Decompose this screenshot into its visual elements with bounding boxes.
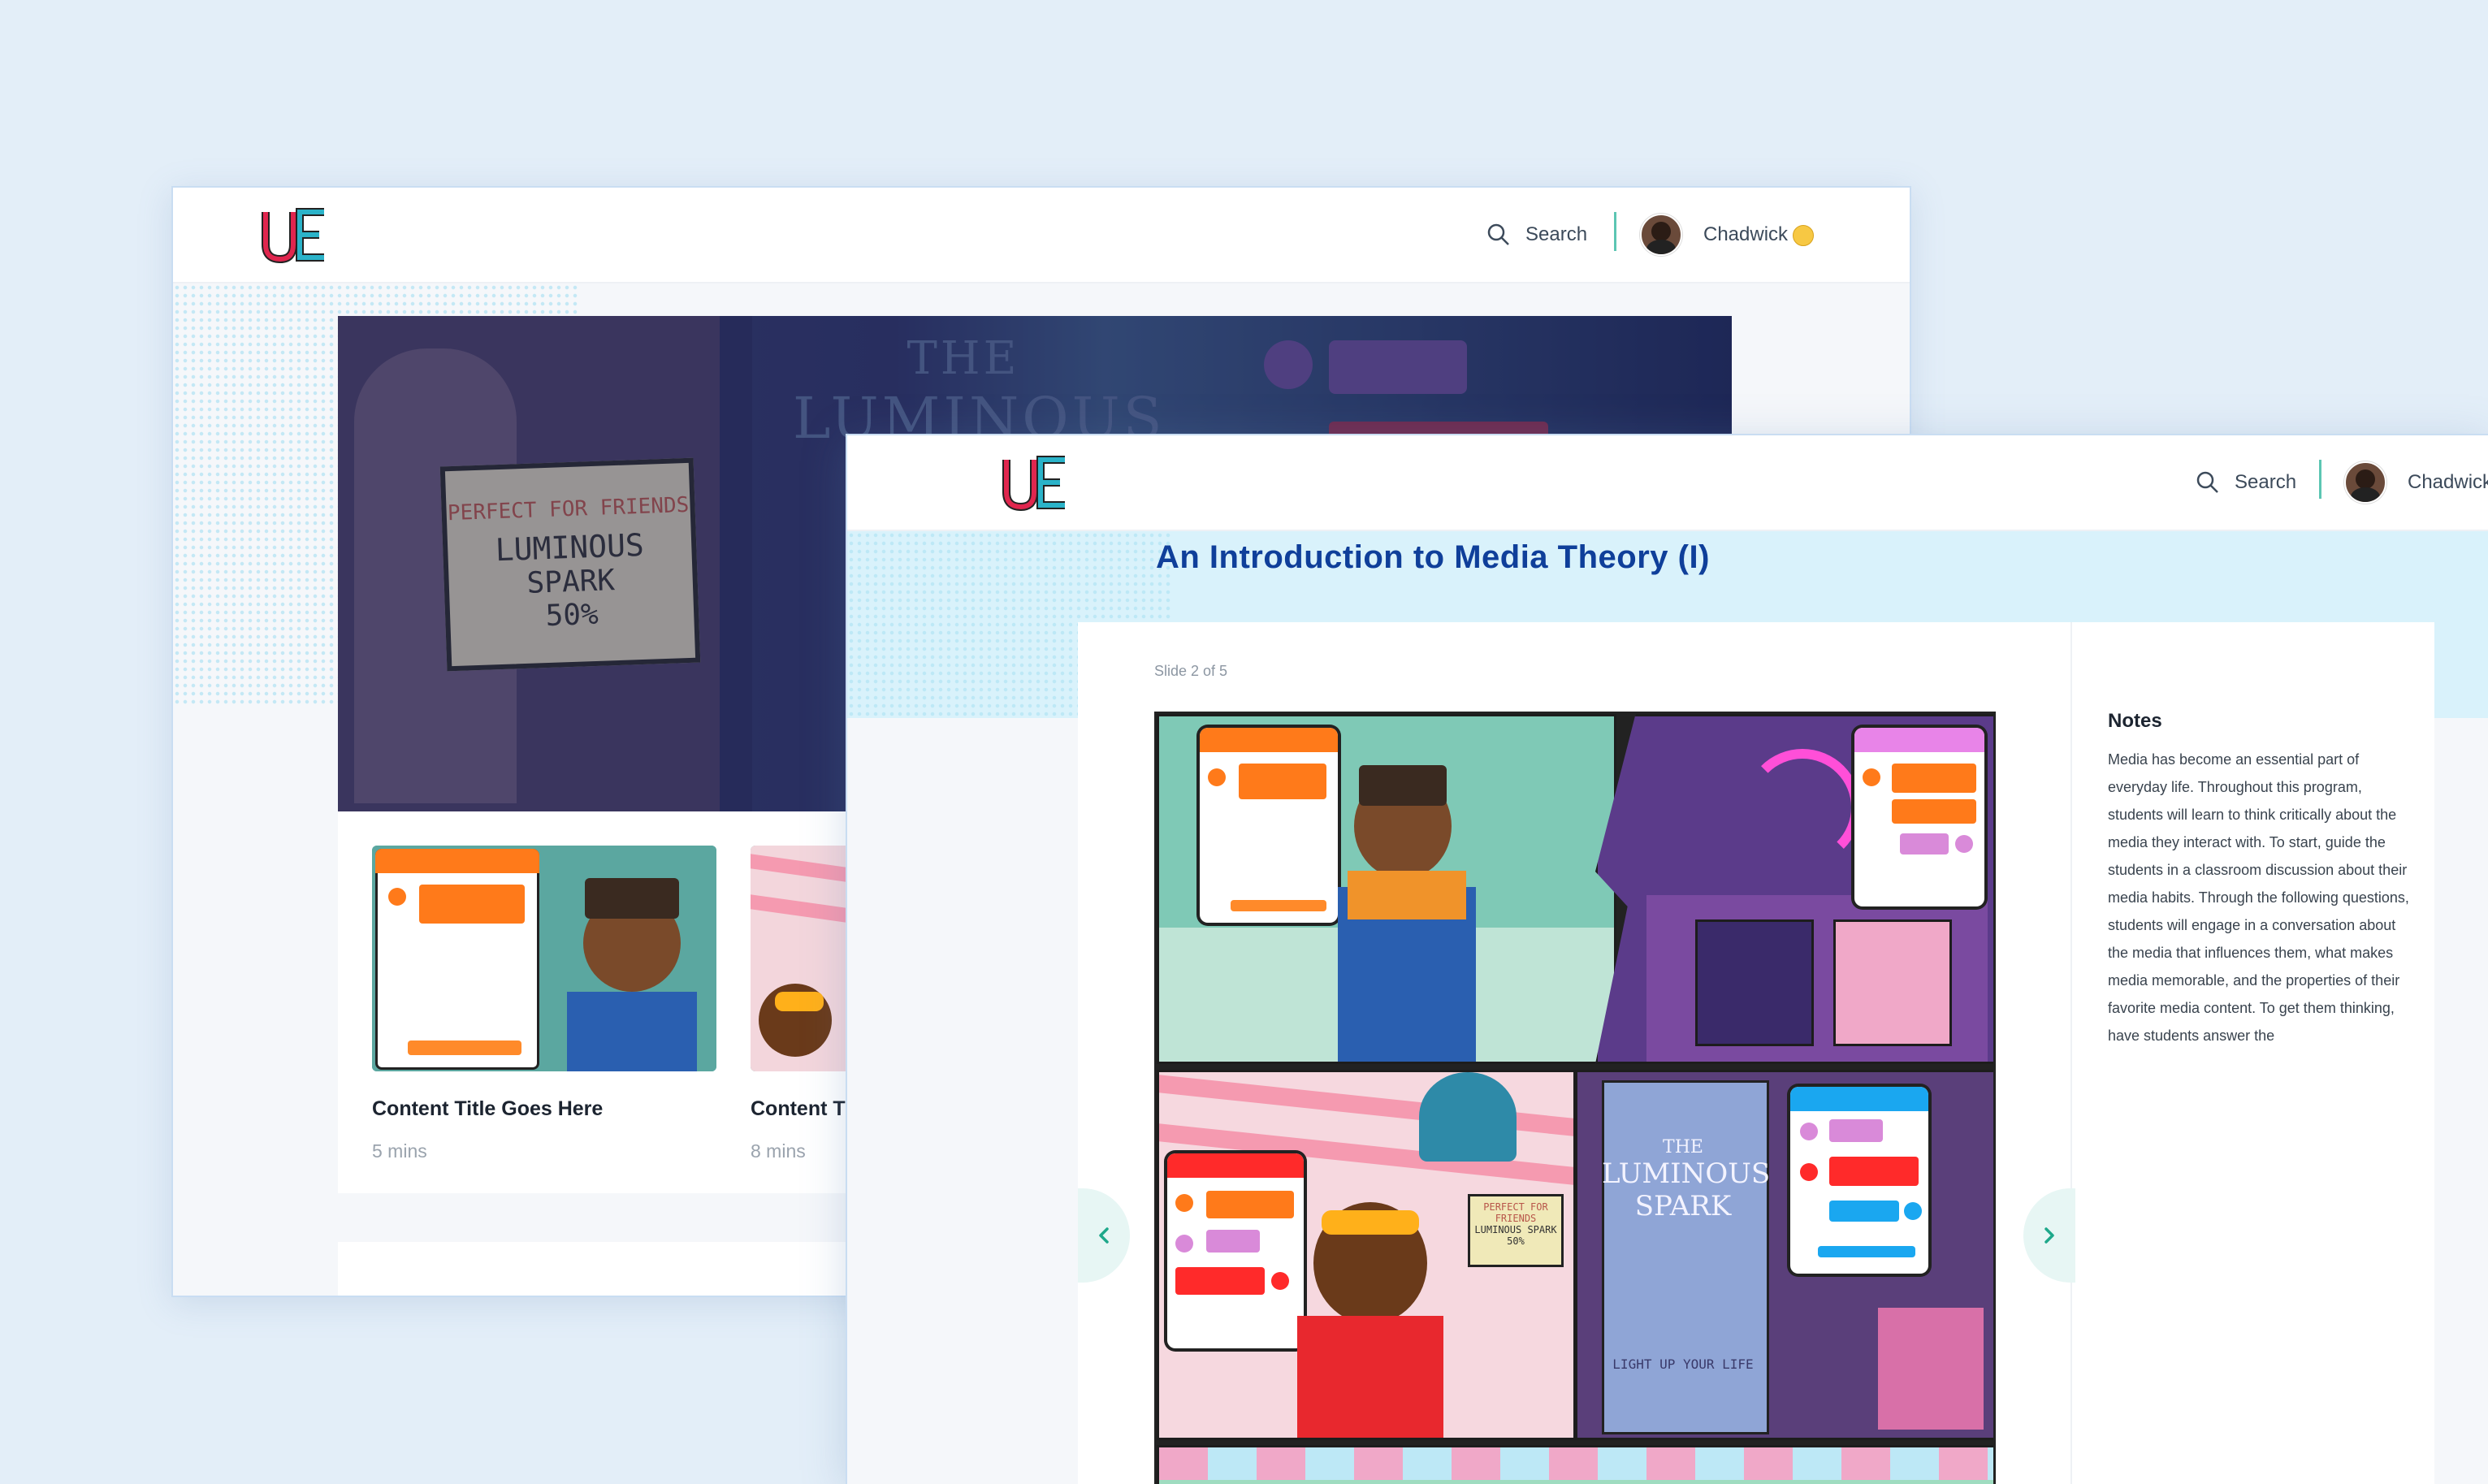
card-duration: 5 mins (372, 1140, 427, 1162)
user-name: Chadwick (1703, 223, 1789, 245)
user-menu[interactable]: Chadwick (1640, 210, 1815, 259)
smile-emoji-icon (1793, 224, 1815, 246)
avatar (2344, 461, 2386, 504)
top-navigation-bar: Search Chadwick (173, 188, 1910, 283)
notes-title: Notes (2108, 710, 2162, 732)
search-icon (1487, 223, 1509, 245)
chat-bubble (1790, 1087, 1928, 1274)
user-menu[interactable]: Chadwick (2344, 458, 2488, 507)
divider (2319, 460, 2321, 499)
avatar (1640, 214, 1682, 256)
slide-counter: Slide 2 of 5 (1154, 663, 1228, 679)
card-title: Content Title Goes Here (372, 1097, 604, 1120)
slide-viewer: Slide 2 of 5 PERFECT FOR FRIENDS LUMINOU… (1078, 622, 2070, 1484)
comic-panel: THE LUMINOUS SPARK LIGHT UP YOUR LIFE (1575, 1070, 1993, 1440)
chat-bubble (1854, 728, 1984, 906)
search-button[interactable]: Search (2196, 465, 2296, 500)
divider (1614, 212, 1616, 251)
comic-panel (1157, 714, 1616, 1064)
search-label: Search (1525, 223, 1588, 245)
user-name: Chadwick (2408, 471, 2488, 493)
search-button[interactable]: Search (1486, 217, 1587, 253)
comic-panel: PERFECT FOR FRIENDS LUMINOUS SPARK 50% (1157, 1070, 1576, 1440)
chevron-right-icon (2044, 1227, 2054, 1244)
comic-panel (1157, 1445, 1993, 1484)
comic-sign: PERFECT FOR FRIENDS LUMINOUS SPARK 50% (1468, 1194, 1564, 1267)
comic-panel (1595, 714, 1993, 1064)
chevron-left-icon (1099, 1227, 1109, 1244)
ue-logo-icon[interactable] (1002, 453, 1068, 512)
search-icon (2196, 471, 2218, 493)
ue-logo-icon[interactable] (261, 206, 327, 264)
chat-bubble (1200, 728, 1338, 923)
slide-image: PERFECT FOR FRIENDS LUMINOUS SPARK 50% T… (1154, 712, 1996, 1484)
card-thumbnail (372, 846, 716, 1071)
notes-panel: Notes Media has become an essential part… (2023, 622, 2434, 1484)
page-title: An Introduction to Media Theory (I) (1156, 539, 1710, 575)
previous-slide-button[interactable] (1078, 1188, 1130, 1283)
poster-text: THE LUMINOUS SPARK (1602, 1137, 1771, 1222)
notes-body: Media has become an essential part of ev… (2108, 751, 2409, 1044)
front-browser-window: Search Chadwick An Introduction to Media… (846, 434, 2488, 1484)
top-navigation-bar: Search Chadwick (847, 435, 2488, 531)
chat-bubble (1167, 1153, 1304, 1348)
poster-tagline: LIGHT UP YOUR LIFE (1612, 1356, 1754, 1372)
lesson-content-panel: Slide 2 of 5 PERFECT FOR FRIENDS LUMINOU… (1078, 622, 2434, 1484)
search-label: Search (2235, 471, 2297, 493)
content-card[interactable]: Content Title Goes Here 5 mins (372, 846, 716, 1162)
